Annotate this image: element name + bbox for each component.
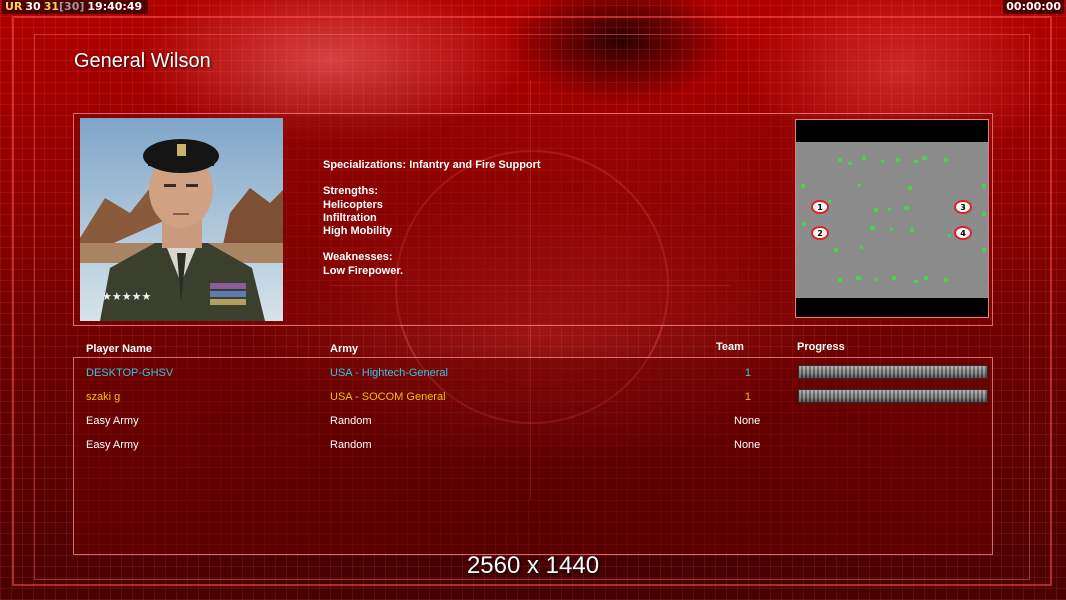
map-preview: 1 2 3 4 — [795, 119, 989, 318]
svg-text:★★★★★: ★★★★★ — [102, 290, 151, 303]
specializations-text: Specializations: Infantry and Fire Suppo… — [323, 159, 541, 171]
header-progress: Progress — [797, 341, 845, 353]
player-army: Random — [330, 439, 372, 451]
player-team: 1 — [744, 391, 751, 403]
header-player-name: Player Name — [86, 343, 153, 355]
strength-item: High Mobility — [323, 225, 393, 238]
start-position-1: 1 — [817, 203, 823, 212]
hud-stat-0: UR — [5, 0, 23, 13]
weaknesses-label: Weaknesses: — [323, 251, 393, 264]
header-team: Team — [716, 341, 744, 353]
player-army: USA - SOCOM General — [330, 391, 446, 403]
map-preview-image: 1 2 3 4 — [796, 120, 988, 317]
general-description: Specializations: Infantry and Fire Suppo… — [323, 159, 723, 278]
hud-stat-3: [30] — [59, 0, 85, 13]
hud-stat-2: 31 — [43, 0, 60, 13]
strength-item: Infiltration — [323, 211, 377, 224]
hud-stat-1: 30 — [25, 0, 41, 13]
hud-timer: 00:00:00 — [1003, 0, 1064, 14]
hud-stats: UR 30 31[30] 19:40:49 — [2, 0, 149, 14]
players-panel — [73, 357, 993, 555]
player-progress-bar — [798, 389, 988, 403]
player-team: None — [734, 439, 761, 451]
hud-clock: 19:40:49 — [87, 0, 143, 13]
general-title: General Wilson — [74, 50, 211, 72]
header-army: Army — [330, 343, 359, 355]
general-portrait: ★★★★★ — [80, 118, 283, 321]
player-name: DESKTOP-GHSV — [86, 367, 174, 379]
player-progress-bar — [798, 365, 988, 379]
start-position-2: 2 — [817, 229, 823, 238]
general-portrait-image: ★★★★★ — [80, 118, 283, 321]
player-army: Random — [330, 415, 372, 427]
player-army: USA - Hightech-General — [330, 367, 448, 379]
start-position-3: 3 — [960, 203, 966, 212]
start-position-4: 4 — [960, 229, 966, 238]
player-name: szaki g — [86, 391, 121, 403]
strengths-label: Strengths: — [323, 185, 378, 198]
strength-item: Helicopters — [323, 198, 383, 211]
player-team: None — [734, 415, 761, 427]
player-name: Easy Army — [86, 415, 139, 427]
resolution-label: 2560 x 1440 — [466, 552, 600, 579]
player-name: Easy Army — [86, 439, 139, 451]
player-team: 1 — [744, 367, 751, 379]
weakness-item: Low Firepower. — [323, 264, 404, 277]
